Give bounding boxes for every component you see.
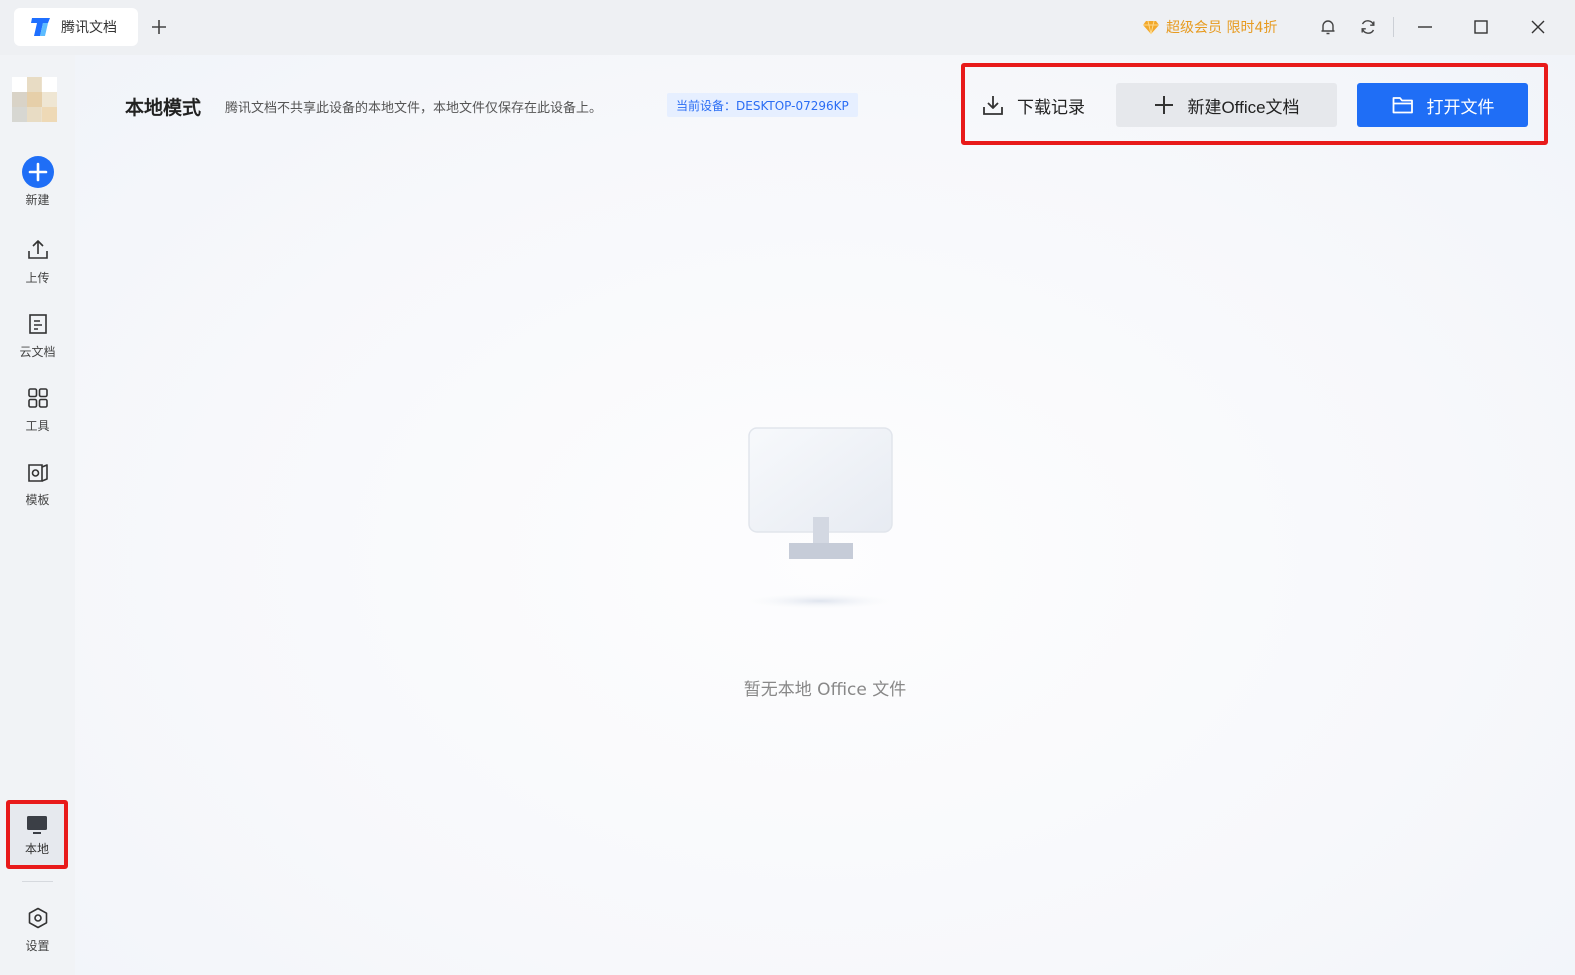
sidebar: 新建 上传 云文档 工具 模板 本地 设置 xyxy=(0,55,75,975)
grid-icon xyxy=(27,388,48,408)
plus-icon xyxy=(152,20,166,34)
sidebar-item-label: 本地 xyxy=(24,841,49,856)
new-office-doc-button[interactable]: 新建Office文档 xyxy=(1116,83,1337,127)
sidebar-item-label: 云文档 xyxy=(19,345,56,359)
sidebar-item-cloud-docs[interactable]: 云文档 xyxy=(0,307,75,369)
upload-icon xyxy=(27,240,48,259)
new-office-doc-label: 新建Office文档 xyxy=(1187,97,1300,117)
tab-label: 腾讯文档 xyxy=(61,20,117,36)
plus-icon xyxy=(1155,96,1174,114)
avatar[interactable] xyxy=(12,77,57,122)
sidebar-item-tools[interactable]: 工具 xyxy=(0,381,75,443)
open-file-button[interactable]: 打开文件 xyxy=(1357,83,1528,127)
page-title: 本地模式 xyxy=(125,97,202,119)
bell-icon xyxy=(1321,20,1335,35)
diamond-icon xyxy=(1143,20,1159,35)
app-tab[interactable]: 腾讯文档 xyxy=(14,8,138,46)
vip-promo[interactable]: 超级会员 限时4折 xyxy=(1142,16,1277,38)
empty-monitor-illustration xyxy=(745,427,895,609)
monitor-icon xyxy=(27,815,47,834)
document-icon xyxy=(28,314,47,334)
titlebar-separator xyxy=(1393,17,1394,37)
settings-icon xyxy=(28,907,47,929)
title-bar: 腾讯文档 超级会员 限时4折 xyxy=(0,0,1575,55)
sidebar-item-label: 工具 xyxy=(25,419,50,433)
close-icon xyxy=(1531,20,1545,34)
main-content: 本地模式 腾讯文档不共享此设备的本地文件，本地文件仅保存在此设备上。 当前设备：… xyxy=(75,55,1575,975)
template-icon xyxy=(27,464,48,482)
download-history-label: 下载记录 xyxy=(1017,97,1085,117)
sidebar-item-settings[interactable]: 设置 xyxy=(0,901,75,963)
sidebar-item-new[interactable]: 新建 xyxy=(0,155,75,217)
sync-icon xyxy=(1361,20,1375,34)
notification-button[interactable] xyxy=(1316,15,1340,39)
download-history-button[interactable]: 下载记录 xyxy=(979,83,1109,127)
sidebar-item-templates[interactable]: 模板 xyxy=(0,455,75,517)
plus-circle-icon xyxy=(21,156,54,188)
tencent-docs-logo-icon xyxy=(31,18,50,36)
sidebar-item-local[interactable]: 本地 xyxy=(6,800,68,869)
new-tab-button[interactable] xyxy=(146,14,172,40)
maximize-icon xyxy=(1474,20,1488,34)
sidebar-item-label: 设置 xyxy=(25,939,50,953)
sync-button[interactable] xyxy=(1356,15,1380,39)
sidebar-item-upload[interactable]: 上传 xyxy=(0,233,75,295)
sidebar-item-label: 新建 xyxy=(25,193,50,207)
download-icon xyxy=(983,96,1003,115)
sidebar-item-label: 模板 xyxy=(25,493,50,507)
empty-state-text: 暂无本地 Office 文件 xyxy=(743,680,907,700)
vip-label: 超级会员 限时4折 xyxy=(1166,20,1278,36)
sidebar-item-label: 上传 xyxy=(25,271,50,285)
maximize-button[interactable] xyxy=(1469,15,1493,39)
open-file-label: 打开文件 xyxy=(1426,97,1495,117)
page-description: 腾讯文档不共享此设备的本地文件，本地文件仅保存在此设备上。 xyxy=(225,101,603,116)
minimize-button[interactable] xyxy=(1413,15,1437,39)
sidebar-separator xyxy=(22,881,53,882)
folder-icon xyxy=(1392,97,1413,114)
close-button[interactable] xyxy=(1526,15,1550,39)
device-badge: 当前设备：DESKTOP-07296KP xyxy=(667,93,858,117)
minimize-icon xyxy=(1418,26,1432,28)
